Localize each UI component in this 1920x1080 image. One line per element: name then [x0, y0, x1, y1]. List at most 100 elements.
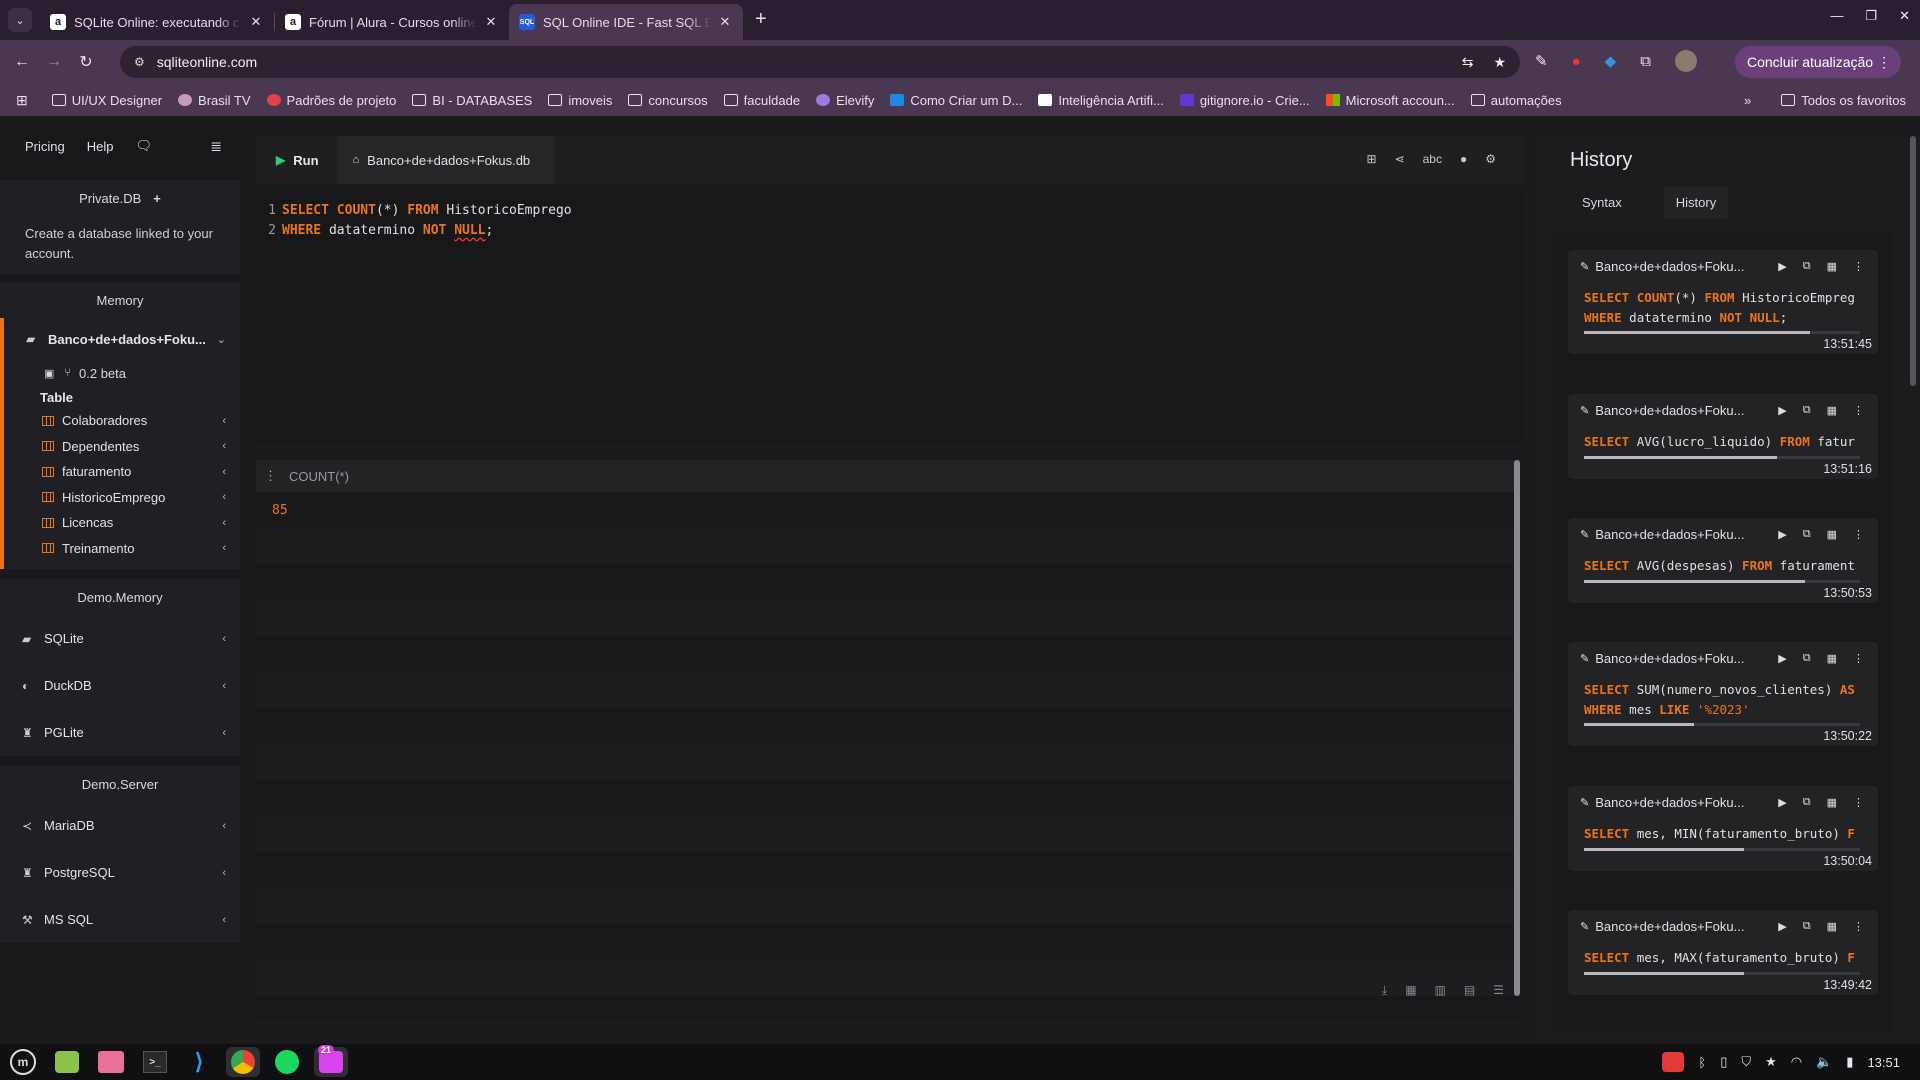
browser-tab-2[interactable]: a Fórum | Alura - Cursos online ✕: [275, 4, 509, 40]
db-item-mssql[interactable]: ⚒ MS SQL ‹: [0, 896, 240, 943]
chevron-down-icon[interactable]: ⌄: [217, 333, 226, 346]
browser-tab-1[interactable]: a SQLite Online: executando c ✕: [40, 4, 274, 40]
minimize-icon[interactable]: —: [1830, 8, 1843, 24]
chevron-left-icon[interactable]: ‹: [222, 820, 226, 832]
table-view-icon[interactable]: ▦: [1405, 983, 1416, 998]
bluetooth-icon[interactable]: ᛒ: [1698, 1055, 1706, 1070]
schema-icon[interactable]: ⑂: [64, 367, 71, 379]
tab-search-chevron-icon[interactable]: ⌄: [8, 8, 32, 32]
chevron-left-icon[interactable]: ‹: [222, 867, 226, 879]
table-item-dependentes[interactable]: Dependentes ‹: [4, 434, 240, 460]
pricing-link[interactable]: Pricing: [25, 139, 65, 154]
download-icon[interactable]: ⤓: [1382, 983, 1387, 998]
history-card[interactable]: ✎ Banco+de+dados+Foku... ▶ ⧉ ▦ ⋮ SELECT AVG(lu…: [1568, 394, 1878, 479]
history-card[interactable]: ✎ Banco+de+dados+Foku... ▶ ⧉ ▦ ⋮ SELECT mes, M…: [1568, 786, 1878, 871]
chart-icon[interactable]: ▥: [1435, 983, 1446, 998]
bookmark-item[interactable]: automações: [1470, 93, 1562, 108]
grid-icon[interactable]: ▦: [1827, 920, 1837, 933]
chevron-left-icon[interactable]: ‹: [222, 727, 226, 739]
chat-icon[interactable]: 🗨: [136, 138, 153, 154]
results-scrollbar[interactable]: [1514, 460, 1520, 996]
run-history-icon[interactable]: ▶: [1778, 796, 1786, 809]
add-icon[interactable]: +: [153, 191, 161, 206]
list-icon[interactable]: ☰: [1493, 983, 1504, 998]
chrome-icon[interactable]: [226, 1047, 260, 1077]
star-icon[interactable]: ★: [1765, 1054, 1777, 1070]
more-icon[interactable]: ⋮: [1853, 652, 1864, 665]
run-history-icon[interactable]: ▶: [1778, 652, 1786, 665]
bookmark-item[interactable]: BI - DATABASES: [412, 93, 532, 108]
profile-avatar[interactable]: [1674, 50, 1697, 72]
back-icon[interactable]: ←: [6, 53, 38, 71]
run-history-icon[interactable]: ▶: [1778, 404, 1786, 417]
spotify-icon[interactable]: [270, 1047, 304, 1077]
run-history-icon[interactable]: ▶: [1778, 260, 1786, 273]
chevron-left-icon[interactable]: ‹: [222, 491, 226, 503]
share-icon[interactable]: ⋖: [1395, 152, 1405, 166]
db-item-duckdb[interactable]: ◐ DuckDB ‹: [0, 662, 240, 709]
history-card[interactable]: ✎ Banco+de+dados+Foku... ▶ ⧉ ▦ ⋮ SELECT COUNT(…: [1568, 250, 1878, 354]
bookmark-star-icon[interactable]: ★: [1493, 54, 1506, 71]
bookmark-item[interactable]: imoveis: [548, 93, 612, 108]
terminal-icon[interactable]: >_: [138, 1047, 172, 1077]
edit-pencil-icon[interactable]: ✎: [1580, 404, 1589, 417]
column-menu-icon[interactable]: ⋮: [264, 468, 277, 484]
bookmark-item[interactable]: Padrões de projeto: [266, 93, 396, 108]
battery-icon[interactable]: ▮: [1846, 1054, 1853, 1070]
bookmark-item[interactable]: faculdade: [723, 93, 800, 108]
clock[interactable]: 13:51: [1867, 1055, 1900, 1070]
tab-syntax[interactable]: Syntax: [1570, 187, 1634, 218]
bookmark-item[interactable]: UI/UX Designer: [51, 93, 162, 108]
wifi-icon[interactable]: ◠: [1791, 1054, 1802, 1070]
db-item-sqlite[interactable]: ▰ SQLite ‹: [0, 615, 240, 662]
save-icon[interactable]: ▣: [44, 367, 54, 380]
vscode-icon[interactable]: ⟩: [182, 1047, 216, 1077]
more-icon[interactable]: ⋮: [1853, 920, 1864, 933]
chevron-left-icon[interactable]: ‹: [222, 440, 226, 452]
kebab-menu-icon[interactable]: ⋮: [1877, 54, 1891, 71]
sql-editor[interactable]: 1 SELECT COUNT (*) FROM HistoricoEmprego …: [256, 192, 1524, 444]
db-item-postgresql[interactable]: ♜ PostgreSQL ‹: [0, 849, 240, 896]
run-history-icon[interactable]: ▶: [1778, 920, 1786, 933]
bookmark-item[interactable]: gitignore.io - Crie...: [1179, 93, 1310, 108]
puzzle-icon[interactable]: ⧉: [1640, 53, 1651, 70]
shield-icon[interactable]: ⛉: [1741, 1054, 1751, 1070]
browser-tab-3-active[interactable]: SQL SQL Online IDE - Fast SQL Ed ✕: [509, 4, 743, 40]
edit-pencil-icon[interactable]: ✎: [1580, 260, 1589, 273]
open-in-editor-icon[interactable]: ⧉: [1803, 796, 1811, 809]
site-info-icon[interactable]: ⚙: [134, 55, 145, 69]
folder-app-icon[interactable]: [94, 1047, 128, 1077]
eyedropper-icon[interactable]: ✎: [1535, 52, 1548, 70]
bookmark-item[interactable]: Como Criar um D...: [890, 93, 1022, 108]
more-icon[interactable]: ⋮: [1853, 528, 1864, 541]
open-in-editor-icon[interactable]: ⧉: [1803, 652, 1811, 665]
files-manager-icon[interactable]: [50, 1047, 84, 1077]
apps-grid-icon[interactable]: ⊞: [16, 92, 28, 109]
help-link[interactable]: Help: [87, 139, 114, 154]
open-in-editor-icon[interactable]: ⧉: [1803, 920, 1811, 933]
anydesk-icon[interactable]: [1662, 1052, 1685, 1072]
translate-icon[interactable]: ⇆: [1462, 54, 1474, 71]
table-item-treinamento[interactable]: Treinamento ‹: [4, 536, 240, 562]
open-in-editor-icon[interactable]: ⧉: [1803, 260, 1811, 273]
bookmark-item[interactable]: Brasil TV: [178, 93, 251, 108]
grid-icon[interactable]: ▦: [1827, 528, 1837, 541]
mint-menu-icon[interactable]: m: [6, 1047, 40, 1077]
history-card[interactable]: ✎ Banco+de+dados+Foku... ▶ ⧉ ▦ ⋮ SELECT mes, M…: [1568, 910, 1878, 995]
chevron-left-icon[interactable]: ‹: [222, 680, 226, 692]
update-button[interactable]: Concluir atualização ⋮: [1735, 46, 1902, 78]
chevron-left-icon[interactable]: ‹: [222, 633, 226, 645]
edit-pencil-icon[interactable]: ✎: [1580, 796, 1589, 809]
open-database-item[interactable]: ▰ Banco+de+dados+Foku... ⌄: [4, 318, 240, 360]
maximize-icon[interactable]: ❐: [1865, 8, 1877, 24]
bookmark-item[interactable]: Microsoft accoun...: [1325, 93, 1455, 108]
new-tab-plus-icon[interactable]: ⊞: [1367, 152, 1377, 166]
private-db-header[interactable]: Private.DB +: [0, 180, 240, 216]
edit-pencil-icon[interactable]: ✎: [1580, 652, 1589, 665]
close-tab-icon[interactable]: ✕: [248, 14, 264, 30]
extension-icon[interactable]: ◆: [1605, 52, 1617, 70]
db-item-mariadb[interactable]: ≺ MariaDB ‹: [0, 802, 240, 849]
chevron-left-icon[interactable]: ‹: [222, 542, 226, 554]
run-history-icon[interactable]: ▶: [1778, 528, 1786, 541]
table-item-colaboradores[interactable]: Colaboradores ‹: [4, 408, 240, 434]
